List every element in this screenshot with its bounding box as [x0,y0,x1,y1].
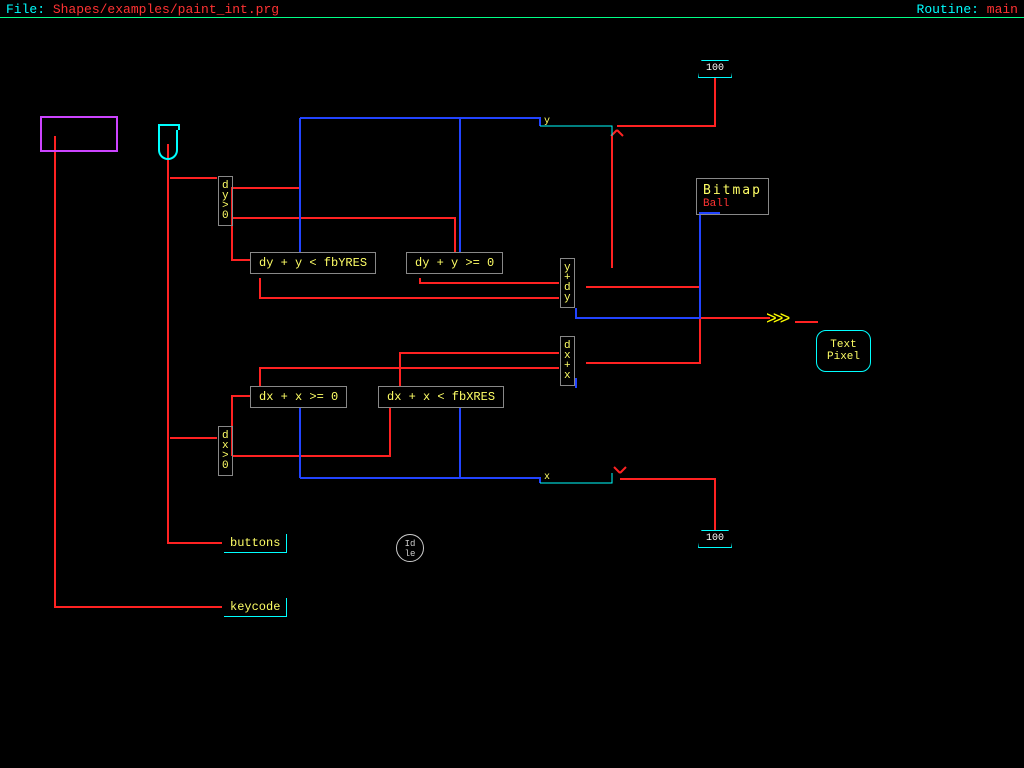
const-top[interactable]: 100 [698,60,732,78]
wire-layer [0,18,1024,768]
bitmap-node[interactable]: Bitmap Ball [696,178,769,215]
mouse-source-icon[interactable] [158,130,178,160]
routine-label: Routine: [917,2,979,17]
out-buttons[interactable]: buttons [224,534,287,553]
cond-dy-y-lt-yres[interactable]: dy + y < fbYRES [250,252,376,274]
header-bar: File: Shapes/examples/paint_int.prg Rout… [0,0,1024,18]
bitmap-title: Bitmap [703,183,762,198]
cond-dy-gt-0[interactable]: d y > 0 [218,176,233,226]
const-bottom[interactable]: 100 [698,530,732,548]
cond-dy-y-ge-0[interactable]: dy + y >= 0 [406,252,503,274]
bitmap-sub: Ball [703,198,762,210]
file-path: Shapes/examples/paint_int.prg [53,2,279,17]
expr-y-plus-dy[interactable]: y + d y [560,258,575,308]
out-keycode[interactable]: keycode [224,598,287,617]
cond-dx-gt-0[interactable]: d x > 0 [218,426,233,476]
cond-dx-x-lt-xres[interactable]: dx + x < fbXRES [378,386,504,408]
cond-dx-x-ge-0[interactable]: dx + x >= 0 [250,386,347,408]
keyboard-source-icon[interactable] [40,116,118,152]
expr-dx-plus-x[interactable]: d x + x [560,336,575,386]
var-y[interactable]: y [544,116,550,127]
idle-node[interactable]: Id le [396,534,424,562]
var-x[interactable]: x [544,472,550,483]
file-label: File: [6,2,45,17]
chevron-icon[interactable]: >>> [766,310,786,330]
routine-name: main [987,2,1018,17]
text-pixel-node[interactable]: Text Pixel [816,330,871,372]
diagram-canvas[interactable]: 100 100 y x d y > 0 d x > 0 y + d y d x … [0,18,1024,768]
